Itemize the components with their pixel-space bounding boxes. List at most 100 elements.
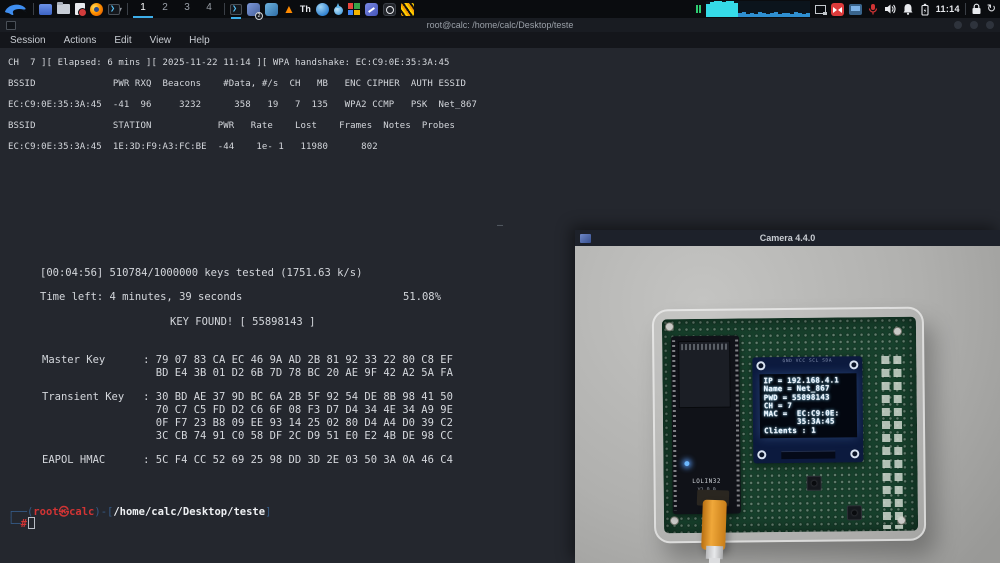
master-key-line-1: Master Key : 79 07 83 CA EC 46 9A AD 2B … [42, 354, 453, 366]
mounting-hole [849, 360, 859, 370]
panel-separator [964, 3, 966, 15]
mounting-hole [757, 450, 767, 460]
prompt-path: /home/calc/Desktop/teste [113, 506, 266, 518]
terminal-launcher-icon[interactable]: ▾ [108, 1, 122, 17]
shell-prompt-line-1: ┌──(root㉿calc)-[/home/calc/Desktop/teste… [8, 504, 271, 519]
display-settings-icon[interactable] [848, 1, 862, 17]
transient-key-line-3: 0F F7 23 B8 09 EE 93 14 25 02 80 D4 A4 D… [42, 417, 453, 429]
workspace-1[interactable]: 1 [133, 0, 154, 18]
obs-recorder-icon[interactable] [382, 1, 396, 17]
transient-key-line-1: Transient Key : 30 BD AE 37 9D BC 6A 2B … [42, 391, 453, 403]
screenshot-region-icon[interactable] [814, 1, 827, 17]
airodump-ap-row: EC:C9:0E:35:3A:45 -41 96 3232 358 19 7 1… [8, 100, 478, 110]
oled-line-clients: Clients : 1 [764, 425, 816, 436]
menu-help[interactable]: Help [189, 35, 210, 46]
taskbar-terminal-icon[interactable] [230, 1, 243, 19]
eapol-hmac-line: EAPOL HMAC : 5C F4 CC 52 69 25 98 DD 3D … [42, 454, 453, 466]
camera-feed: LOLIN32 V1.0.0 GND VCC SCL SDA IP = 192.… [575, 246, 1000, 563]
workspace-3[interactable]: 3 [177, 0, 197, 18]
camera-window: Camera 4.4.0 LOLIN32 V1.0.0 [575, 230, 1000, 563]
prompt-line2: └─ [8, 518, 21, 530]
office-grid-icon[interactable] [347, 1, 360, 17]
lock-screen-icon[interactable] [971, 1, 982, 17]
panel-separator [33, 3, 34, 15]
kali-menu-icon[interactable] [4, 1, 28, 17]
usb-cable [701, 499, 727, 551]
esp32-devboard: LOLIN32 V1.0.0 [671, 335, 741, 515]
mounting-hole [850, 449, 860, 459]
show-desktop-icon[interactable] [39, 1, 52, 17]
tactile-button [806, 475, 822, 491]
workspace-4[interactable]: 4 [199, 0, 219, 18]
top-panel: ▾ 1 2 3 4 2 ▲ Th [0, 0, 1000, 20]
corner-screw [892, 326, 903, 336]
airodump-status-line: CH 7 ][ Elapsed: 6 mins ][ 2025-11-22 11… [8, 58, 450, 68]
firefox-icon[interactable] [90, 1, 103, 17]
water-drop-icon[interactable] [333, 1, 343, 17]
taskbar-screensaver-icon[interactable] [265, 1, 279, 17]
status-led [684, 461, 690, 467]
transient-key-line-4: 3C CB 74 91 C0 58 DF 2C D9 51 E0 E2 4B D… [42, 430, 453, 442]
airodump-station-row: EC:C9:0E:35:3A:45 1E:3D:F9:A3:FC:BE -44 … [8, 142, 378, 152]
usb-connector-nub [708, 557, 721, 563]
notification-badge: 2 [255, 12, 264, 20]
oled-pin-labels: GND VCC SCL SDA [782, 358, 833, 365]
oled-module: GND VCC SCL SDA IP = 192.168.4.1 Name = … [752, 356, 864, 464]
minimize-button[interactable] [954, 21, 962, 29]
terminal-cursor [27, 517, 35, 529]
corner-screw [669, 516, 680, 526]
tactile-button [846, 505, 863, 521]
oled-screen: IP = 192.168.4.1 Name = Net_867 PWD = 55… [759, 373, 858, 439]
close-button[interactable] [986, 21, 994, 29]
terminal-titlebar[interactable]: root@calc: /home/calc/Desktop/teste [0, 18, 1000, 32]
mounting-hole [756, 361, 766, 371]
file-manager-icon[interactable] [57, 1, 70, 17]
clock[interactable]: 11:14 [936, 4, 960, 14]
speaker-icon[interactable] [884, 1, 897, 17]
texstudio-icon[interactable]: Th [300, 1, 311, 17]
vlc-icon[interactable]: ▲ [283, 1, 295, 17]
screen-recorder-icon[interactable] [830, 1, 844, 17]
notifications-bell-icon[interactable] [902, 1, 914, 17]
taskbar-image-editor-icon[interactable]: 2 [247, 1, 264, 20]
stripes-app-icon[interactable] [400, 1, 414, 17]
cpu-graph[interactable] [705, 1, 810, 17]
master-key-line-2: BD E4 3B 01 D2 6B 7D 78 BC 20 AE 9F 42 A… [42, 367, 453, 379]
oled-connector [781, 450, 836, 460]
terminal-window-title: root@calc: /home/calc/Desktop/teste [426, 20, 574, 30]
separator-dash: — [497, 220, 504, 231]
camera-titlebar[interactable]: Camera 4.4.0 [575, 230, 1000, 246]
menu-view[interactable]: View [150, 35, 172, 46]
battery-icon[interactable] [919, 1, 931, 17]
prompt-close: ] [265, 506, 272, 518]
prompt-mid: )-[ [94, 506, 114, 518]
panel-separator [224, 3, 226, 15]
corner-screw [664, 322, 675, 332]
camera-window-title: Camera 4.4.0 [759, 233, 816, 243]
aircrack-time-left: Time left: 4 minutes, 39 seconds [40, 291, 243, 303]
browser-globe-icon[interactable] [315, 1, 329, 17]
maximize-button[interactable] [970, 21, 978, 29]
devboard-label: LOLIN32 [692, 477, 722, 486]
menu-actions[interactable]: Actions [64, 35, 97, 46]
panel-separator [127, 3, 129, 15]
menu-edit[interactable]: Edit [114, 35, 131, 46]
desktop: ▾ 1 2 3 4 2 ▲ Th [0, 0, 1000, 563]
chat-icon[interactable] [364, 1, 378, 17]
aircrack-percent: 51.08% [403, 291, 441, 303]
aircrack-key-found: KEY FOUND! [ 55898143 ] [170, 316, 316, 328]
esp32-module [678, 340, 731, 409]
terminal-window-icon [6, 20, 16, 30]
pause-indicator-icon[interactable] [695, 1, 701, 17]
microphone-icon[interactable] [867, 1, 879, 17]
transient-key-line-2: 70 C7 C5 FD D2 C6 6F 08 F3 D7 D4 34 4E 3… [42, 404, 453, 416]
solder-pads-column [881, 355, 892, 530]
prompt-user: root㉿calc [33, 506, 95, 518]
terminal-menubar: Session Actions Edit View Help [0, 32, 1000, 48]
text-editor-icon[interactable] [75, 1, 87, 17]
airodump-ap-header: BSSID PWR RXQ Beacons #Data, #/s CH MB E… [8, 79, 467, 89]
power-menu-icon[interactable]: ↻ [987, 1, 996, 17]
menu-session[interactable]: Session [10, 35, 46, 46]
shell-prompt-line-2: └─# [8, 517, 35, 530]
workspace-2[interactable]: 2 [155, 0, 175, 18]
